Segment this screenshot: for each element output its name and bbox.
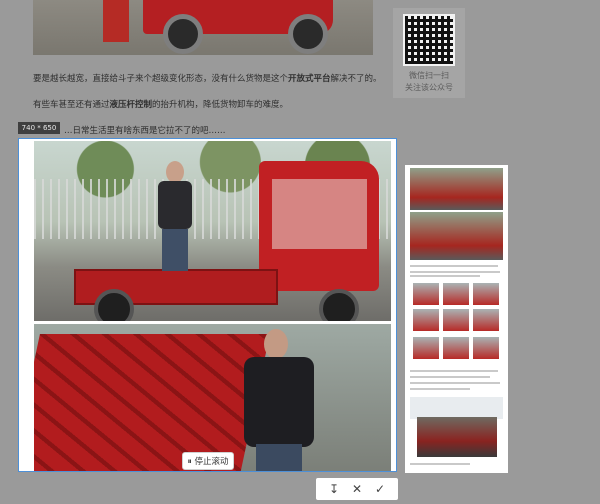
- man2-body: [244, 357, 314, 447]
- download-icon[interactable]: ↧: [326, 481, 342, 497]
- paragraph-2-tail: 的抬升机构，降低货物卸车的难度。: [152, 100, 289, 110]
- capture-selection-area[interactable]: [18, 138, 397, 472]
- qr-code-icon: [403, 14, 455, 66]
- paragraph-2-text: 有些车甚至还有通过: [33, 100, 110, 110]
- photo-man-2: [234, 329, 324, 471]
- close-icon[interactable]: ✕: [349, 481, 365, 497]
- article-hero-photo: [33, 0, 373, 55]
- article-paragraph-3: …日常生活里有啥东西是它拉不了的吧……: [64, 126, 226, 136]
- truck-wheel-front: [319, 289, 359, 321]
- man2-legs: [256, 444, 302, 471]
- preview-text-line: [410, 275, 480, 277]
- hero-wheel-left: [163, 14, 203, 54]
- stop-scroll-button[interactable]: ⏸ 停止滚动: [182, 452, 234, 470]
- qr-code-panel: 微信扫一扫 关注该公众号: [393, 8, 465, 98]
- confirm-icon[interactable]: ✓: [372, 481, 388, 497]
- preview-text-line: [410, 265, 498, 267]
- preview-photo-1: [410, 168, 503, 210]
- long-screenshot-preview[interactable]: [405, 165, 508, 473]
- man-legs: [162, 229, 188, 271]
- man-head: [166, 161, 184, 183]
- preview-thumb: [413, 337, 439, 359]
- man-body: [158, 181, 192, 229]
- capture-toolbar: ↧ ✕ ✓: [316, 478, 398, 500]
- paragraph-2-bold: 液压杆控制: [109, 100, 153, 110]
- paragraph-1-text: 要是越长越宽，直接给斗子来个超级变化形态，没有什么货物是这个: [33, 74, 289, 84]
- man2-head: [264, 329, 288, 359]
- preview-text-line: [410, 382, 500, 384]
- preview-thumb: [413, 309, 439, 331]
- truck-window: [272, 179, 367, 249]
- preview-text-line: [410, 463, 470, 465]
- preview-thumb: [443, 309, 469, 331]
- paragraph-1-bold: 开放式平台: [288, 74, 331, 84]
- capture-photo-truck: [34, 141, 391, 321]
- preview-thumb: [413, 283, 439, 305]
- preview-text-line: [410, 370, 498, 372]
- preview-text-line: [410, 271, 500, 273]
- preview-note-box: [410, 397, 503, 419]
- paragraph-1-tail: 解决不了的。: [330, 74, 382, 84]
- preview-thumb: [443, 283, 469, 305]
- truck-wheel-rear: [94, 289, 134, 321]
- preview-thumb: [443, 337, 469, 359]
- article-paragraph-2: 有些车甚至还有通过液压杆控制的抬升机构，降低货物卸车的难度。: [33, 98, 288, 110]
- preview-text-line: [410, 376, 490, 378]
- preview-thumb: [473, 337, 499, 359]
- photo-man: [154, 161, 194, 271]
- preview-text-line: [410, 388, 470, 390]
- preview-photo-2: [410, 212, 503, 260]
- capture-size-badge: 740 * 650: [18, 122, 60, 134]
- preview-photo-3: [417, 417, 497, 457]
- qr-caption-line1: 微信扫一扫: [409, 71, 449, 80]
- preview-thumb: [473, 283, 499, 305]
- qr-caption-line2: 关注该公众号: [405, 83, 453, 92]
- hero-person: [103, 0, 129, 42]
- capture-photo-dump: [34, 324, 391, 471]
- preview-thumb: [473, 309, 499, 331]
- article-paragraph-1: 要是越长越宽，直接给斗子来个超级变化形态，没有什么货物是这个开放式平台解决不了的…: [33, 72, 382, 84]
- hero-wheel-right: [288, 14, 328, 54]
